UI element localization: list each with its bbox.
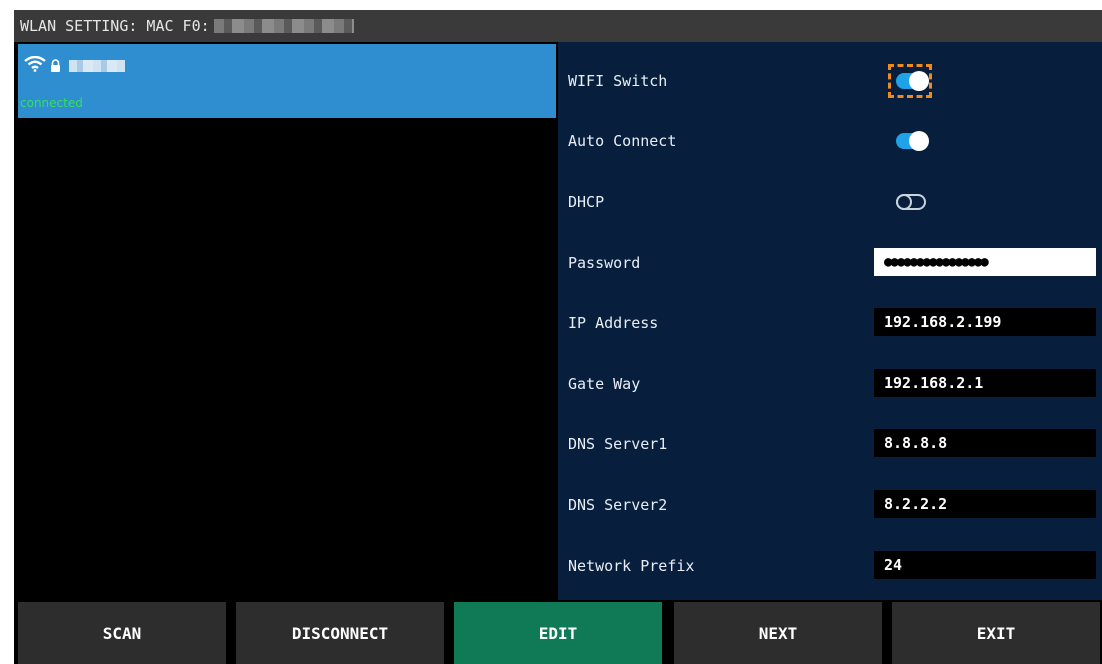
disconnect-button[interactable]: DISCONNECT [236, 602, 444, 664]
password-field[interactable]: ●●●●●●●●●●●●●●●● [874, 248, 1096, 276]
setting-dhcp: DHCP [568, 183, 1098, 223]
auto-connect-toggle[interactable] [892, 130, 929, 152]
toggle-off-icon [896, 194, 926, 210]
dhcp-label: DHCP [568, 193, 605, 211]
network-list-item[interactable]: connected [18, 44, 556, 118]
title-bar: WLAN SETTING: MAC F0: [14, 10, 1102, 42]
next-button[interactable]: NEXT [674, 602, 882, 664]
network-list: connected [18, 42, 556, 600]
bottom-button-bar: SCAN DISCONNECT EDIT NEXT EXIT [14, 600, 1102, 664]
ip-address-label: IP Address [568, 314, 659, 332]
setting-dns-server2: DNS Server2 8.2.2.2 [568, 486, 1098, 526]
network-prefix-field[interactable]: 24 [874, 551, 1096, 579]
gateway-label: Gate Way [568, 375, 641, 393]
network-prefix-label: Network Prefix [568, 557, 695, 575]
dns-server2-field[interactable]: 8.2.2.2 [874, 490, 1096, 518]
setting-gateway: Gate Way 192.168.2.1 [568, 365, 1098, 405]
auto-connect-label: Auto Connect [568, 132, 677, 150]
dns-server2-label: DNS Server2 [568, 496, 668, 514]
settings-panel: WIFI Switch Auto Connect DHCP Password ●… [558, 42, 1102, 600]
gateway-field[interactable]: 192.168.2.1 [874, 369, 1096, 397]
dhcp-toggle[interactable] [892, 191, 928, 213]
scan-button[interactable]: SCAN [18, 602, 226, 664]
setting-ip-address: IP Address 192.168.2.199 [568, 304, 1098, 344]
dns-server1-label: DNS Server1 [568, 435, 668, 453]
ip-address-field[interactable]: 192.168.2.199 [874, 308, 1096, 336]
dns-server1-field[interactable]: 8.8.8.8 [874, 429, 1096, 457]
wlan-settings-screen: WLAN SETTING: MAC F0: connected WIFI Swi… [14, 10, 1102, 664]
setting-dns-server1: DNS Server1 8.8.8.8 [568, 425, 1098, 465]
setting-network-prefix: Network Prefix 24 [568, 547, 1098, 587]
exit-button[interactable]: EXIT [892, 602, 1100, 664]
toggle-on-icon [896, 71, 929, 91]
wifi-icon [24, 55, 46, 76]
lock-icon [50, 57, 61, 76]
password-label: Password [568, 254, 641, 272]
setting-auto-connect: Auto Connect [568, 122, 1098, 162]
network-status: connected [20, 96, 83, 110]
wifi-switch-toggle[interactable] [888, 64, 932, 98]
setting-password: Password ●●●●●●●●●●●●●●●● [568, 244, 1098, 284]
setting-wifi-switch: WIFI Switch [568, 62, 1098, 102]
network-ssid-redacted [69, 60, 125, 72]
mac-address-redacted [213, 19, 354, 33]
page-title: WLAN SETTING: MAC F0: [20, 17, 210, 35]
wifi-switch-label: WIFI Switch [568, 72, 668, 90]
edit-button[interactable]: EDIT [454, 602, 662, 664]
toggle-on-icon [896, 131, 929, 151]
